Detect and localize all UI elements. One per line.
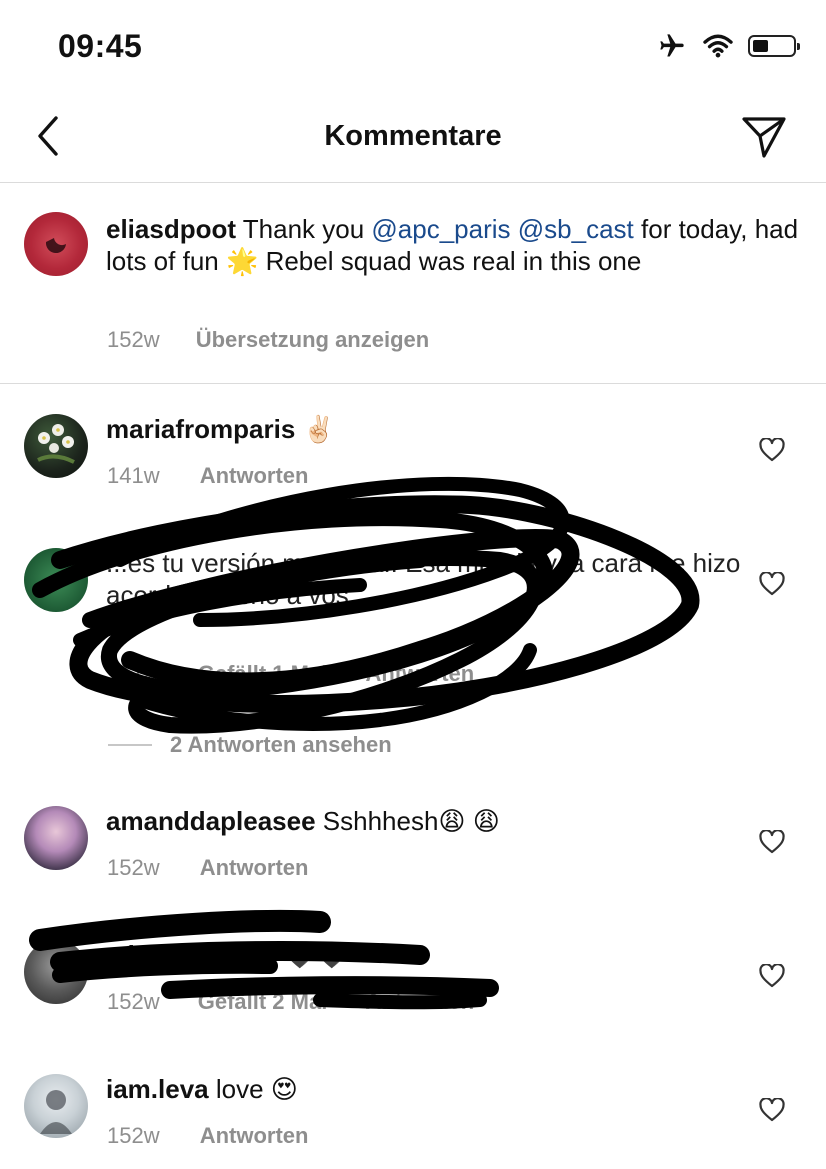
heart-icon[interactable] [759, 830, 785, 854]
comment-body: Sshhhesh😩 😩 [315, 806, 500, 836]
caption-divider [0, 383, 826, 384]
caption-text-3: Rebel squad was real in this one [258, 246, 642, 276]
comment-meta: 151w Gefällt 1 Mal Antworten [107, 661, 474, 687]
comment-username[interactable]: ...komah [106, 940, 211, 970]
comment-body: 🖤🖤🖤🖤 [211, 940, 349, 970]
page-title: Kommentare [324, 120, 502, 152]
comment-avatar[interactable] [24, 806, 88, 870]
view-replies-label: 2 Antworten ansehen [170, 732, 392, 757]
reply-button[interactable]: Antworten [200, 1123, 309, 1148]
comment-avatar[interactable] [24, 1074, 88, 1138]
mention-link[interactable]: @apc_paris [371, 214, 510, 244]
comment-text: iam.leva love 😍 [106, 1073, 298, 1105]
view-replies-button[interactable]: 2 Antworten ansehen [108, 732, 392, 758]
heart-icon[interactable] [759, 1098, 785, 1122]
likes-count[interactable]: Gefällt 2 Mal [198, 989, 328, 1014]
comment-time: 152w [107, 989, 160, 1014]
heart-icon[interactable] [759, 964, 785, 988]
comment-meta: 141w Antworten [107, 463, 308, 489]
comment-username[interactable]: amanddapleasee [106, 806, 316, 836]
avatar-logo-icon [45, 238, 66, 254]
reply-button[interactable]: Antworten [365, 661, 474, 686]
wifi-icon [703, 34, 733, 58]
reply-button[interactable]: Antworten [200, 463, 309, 488]
comment-text: ...es tu versión morocha!! Esa mirada y … [106, 547, 746, 611]
comment-text: mariafromparis ✌🏻 [106, 413, 335, 445]
caption-time: 152w [107, 327, 160, 352]
comment-meta: 152w Antworten [107, 1123, 308, 1149]
comment-body: love 😍 [208, 1074, 298, 1104]
comment-time: 151w [107, 661, 160, 686]
caption-text: eliasdpoot Thank you @apc_paris @sb_cast… [106, 213, 806, 277]
caption-avatar[interactable] [24, 212, 88, 276]
likes-count[interactable]: Gefällt 1 Mal [198, 661, 328, 686]
caption-text-1: Thank you [236, 214, 372, 244]
comment-username[interactable]: mariafromparis [106, 414, 295, 444]
comment-avatar[interactable] [24, 940, 88, 1004]
flower-image-icon [37, 424, 75, 464]
comment-avatar[interactable] [24, 414, 88, 478]
comment-avatar[interactable] [24, 548, 88, 612]
translate-link[interactable]: Übersetzung anzeigen [196, 327, 429, 352]
comment-time: 152w [107, 1123, 160, 1148]
caption-meta: 152w Übersetzung anzeigen [107, 327, 429, 353]
comment-body: ✌🏻 [295, 414, 335, 444]
comment-username[interactable]: iam.leva [106, 1074, 209, 1104]
reply-button[interactable]: Antworten [200, 855, 309, 880]
airplane-icon [660, 34, 684, 57]
status-time: 09:45 [58, 28, 143, 64]
comment-meta: 152w Gefällt 2 Mal Antworten [107, 989, 474, 1015]
heart-icon[interactable] [759, 572, 785, 596]
comment-meta: 152w Antworten [107, 855, 308, 881]
battery-icon [748, 35, 800, 57]
caption-username[interactable]: eliasdpoot [106, 214, 236, 244]
heart-icon[interactable] [759, 438, 785, 462]
comment-text: amanddapleasee Sshhhesh😩 😩 [106, 805, 500, 837]
comment-time: 152w [107, 855, 160, 880]
comment-time: 141w [107, 463, 160, 488]
replies-line [108, 744, 152, 746]
status-icons [656, 32, 800, 60]
person-image-icon [40, 1090, 72, 1134]
star-emoji: 🌟 [225, 246, 259, 276]
mention-link[interactable]: @sb_cast [518, 214, 634, 244]
comment-body: ...es tu versión morocha!! Esa mirada y … [106, 548, 741, 610]
reply-button[interactable]: Antworten [365, 989, 474, 1014]
header-divider [0, 182, 826, 183]
paper-plane-icon[interactable] [740, 114, 788, 160]
comment-text: ...komah 🖤🖤🖤🖤 [106, 939, 348, 971]
